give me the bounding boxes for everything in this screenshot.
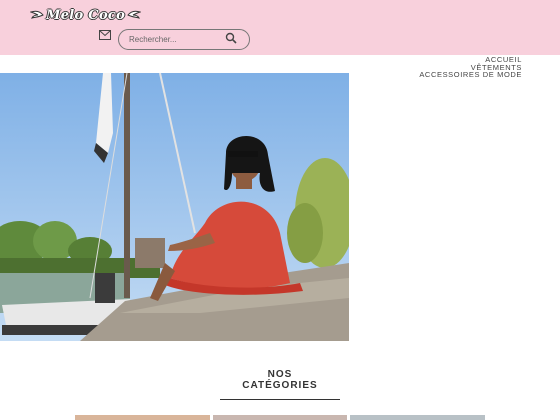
category-thumb[interactable] xyxy=(75,415,210,420)
site-logo[interactable]: Melo Coco xyxy=(30,5,142,25)
category-thumb[interactable] xyxy=(212,415,348,420)
search-box xyxy=(118,29,250,50)
categories-heading-wrap: NOS CATÉGORIES xyxy=(0,369,560,400)
search-icon[interactable] xyxy=(225,32,237,44)
search-input[interactable] xyxy=(129,32,224,47)
site-header: Melo Coco xyxy=(0,0,560,55)
hero-image[interactable] xyxy=(0,73,349,341)
main-nav: ACCUEIL VÊTEMENTS ACCESSOIRES DE MODE xyxy=(419,56,522,79)
category-thumbnails xyxy=(75,415,486,420)
wing-icon xyxy=(127,10,142,19)
categories-heading: NOS CATÉGORIES xyxy=(220,369,340,400)
category-thumb[interactable] xyxy=(350,415,486,420)
nav-item-accessoires[interactable]: ACCESSOIRES DE MODE xyxy=(419,71,522,79)
logo-text: Melo Coco xyxy=(46,7,126,23)
wing-icon xyxy=(30,10,44,19)
mail-icon[interactable] xyxy=(99,30,111,40)
